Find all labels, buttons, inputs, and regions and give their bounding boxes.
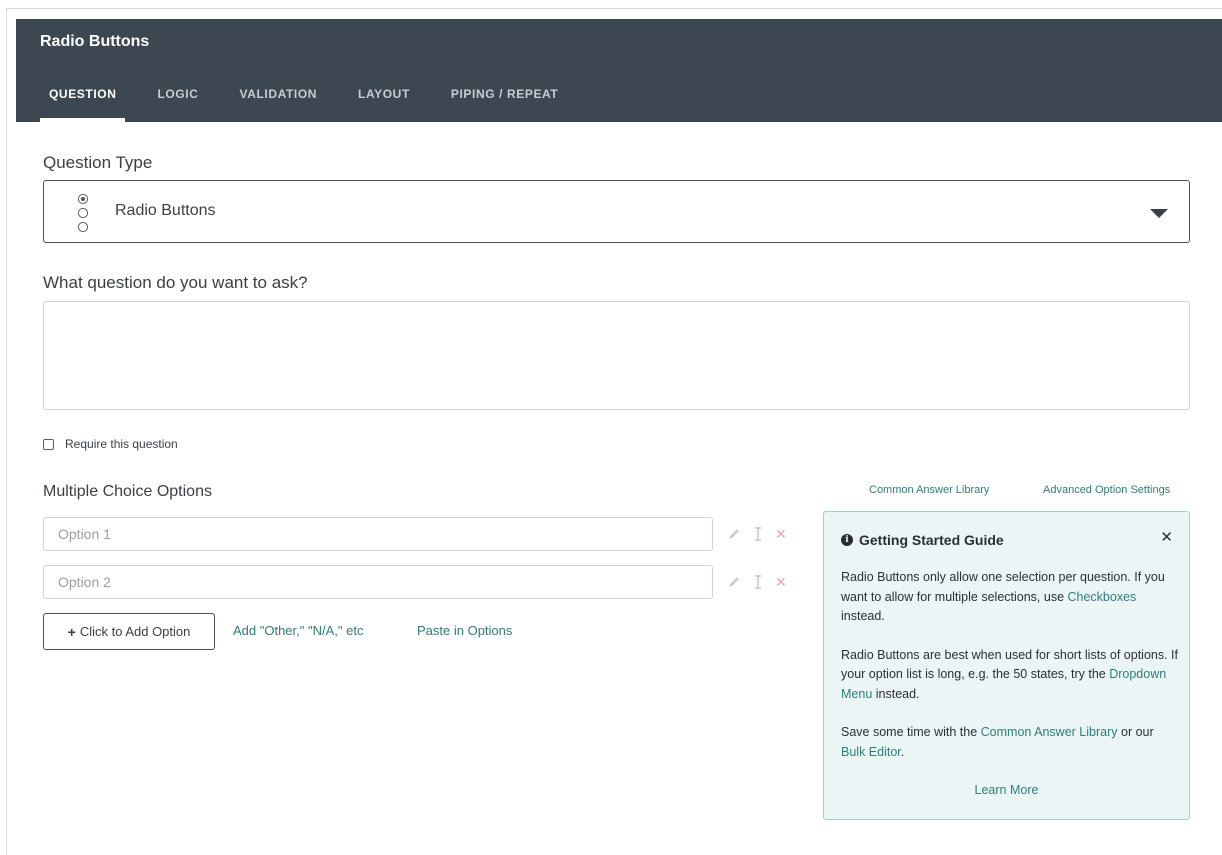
guide-text: instead.	[872, 686, 920, 701]
common-answer-library-link[interactable]: Common Answer Library	[869, 484, 989, 496]
getting-started-guide: i Getting Started Guide ✕ Radio Buttons …	[823, 511, 1190, 820]
add-option-label: Click to Add Option	[79, 624, 191, 639]
plus-icon: +	[67, 623, 76, 640]
tab-logic[interactable]: LOGIC	[148, 81, 207, 122]
question-type-label: Question Type	[43, 153, 153, 172]
guide-common-answer-library-link[interactable]: Common Answer Library	[981, 725, 1118, 739]
tab-bar: QUESTION LOGIC VALIDATION LAYOUT PIPING …	[40, 81, 590, 122]
info-icon: i	[841, 534, 853, 546]
guide-text: .	[900, 744, 905, 759]
tab-question[interactable]: QUESTION	[40, 81, 126, 122]
add-other-na-link[interactable]: Add "Other," "N/A," etc	[233, 623, 363, 638]
option-2-tools: ✕	[727, 575, 787, 589]
editor-header: Radio Buttons QUESTION LOGIC VALIDATION …	[16, 19, 1222, 122]
add-option-button[interactable]: + Click to Add Option	[43, 613, 215, 650]
guide-title: i Getting Started Guide	[841, 532, 1004, 548]
multiple-choice-options-label: Multiple Choice Options	[43, 483, 212, 500]
option-2-placeholder: Option 2	[58, 574, 111, 590]
tab-piping-repeat[interactable]: PIPING / REPEAT	[442, 81, 567, 122]
require-question-label: Require this question	[65, 437, 178, 451]
checkboxes-link[interactable]: Checkboxes	[1068, 590, 1137, 604]
tab-layout[interactable]: LAYOUT	[349, 81, 419, 122]
option-2-input[interactable]: Option 2	[43, 565, 713, 599]
reorder-icon[interactable]	[753, 575, 763, 589]
guide-text: or our	[1117, 725, 1154, 739]
close-icon[interactable]: ✕	[1160, 528, 1173, 546]
guide-paragraph-2: Radio Buttons are best when used for sho…	[841, 646, 1181, 705]
radio-buttons-icon	[77, 193, 89, 233]
guide-title-text: Getting Started Guide	[859, 532, 1004, 548]
advanced-option-settings-link[interactable]: Advanced Option Settings	[1043, 484, 1170, 496]
editor-title: Radio Buttons	[40, 33, 150, 50]
question-prompt-label: What question do you want to ask?	[43, 273, 308, 292]
caret-down-icon	[1150, 209, 1168, 218]
pencil-icon[interactable]	[727, 527, 741, 541]
checkbox-box[interactable]	[43, 438, 54, 450]
tab-validation[interactable]: VALIDATION	[230, 81, 326, 122]
guide-text: instead.	[841, 609, 885, 623]
guide-paragraph-3: Save some time with the Common Answer Li…	[841, 723, 1181, 762]
bulk-editor-link[interactable]: Bulk Editor	[841, 745, 901, 759]
question-type-dropdown[interactable]: Radio Buttons	[43, 180, 1190, 243]
delete-icon[interactable]: ✕	[775, 527, 787, 541]
guide-body: Radio Buttons only allow one selection p…	[841, 568, 1181, 781]
require-question-checkbox[interactable]: Require this question	[43, 437, 178, 451]
delete-icon[interactable]: ✕	[775, 575, 787, 589]
option-1-tools: ✕	[727, 527, 787, 541]
question-text-input[interactable]	[43, 301, 1190, 410]
option-1-input[interactable]: Option 1	[43, 517, 713, 551]
reorder-icon[interactable]	[753, 527, 763, 541]
question-type-value: Radio Buttons	[115, 202, 216, 219]
learn-more-link[interactable]: Learn More	[824, 783, 1189, 797]
guide-text: Save some time with the	[841, 725, 981, 739]
pencil-icon[interactable]	[727, 575, 741, 589]
option-1-placeholder: Option 1	[58, 526, 111, 542]
paste-in-options-link[interactable]: Paste in Options	[417, 623, 512, 638]
guide-paragraph-1: Radio Buttons only allow one selection p…	[841, 568, 1181, 627]
